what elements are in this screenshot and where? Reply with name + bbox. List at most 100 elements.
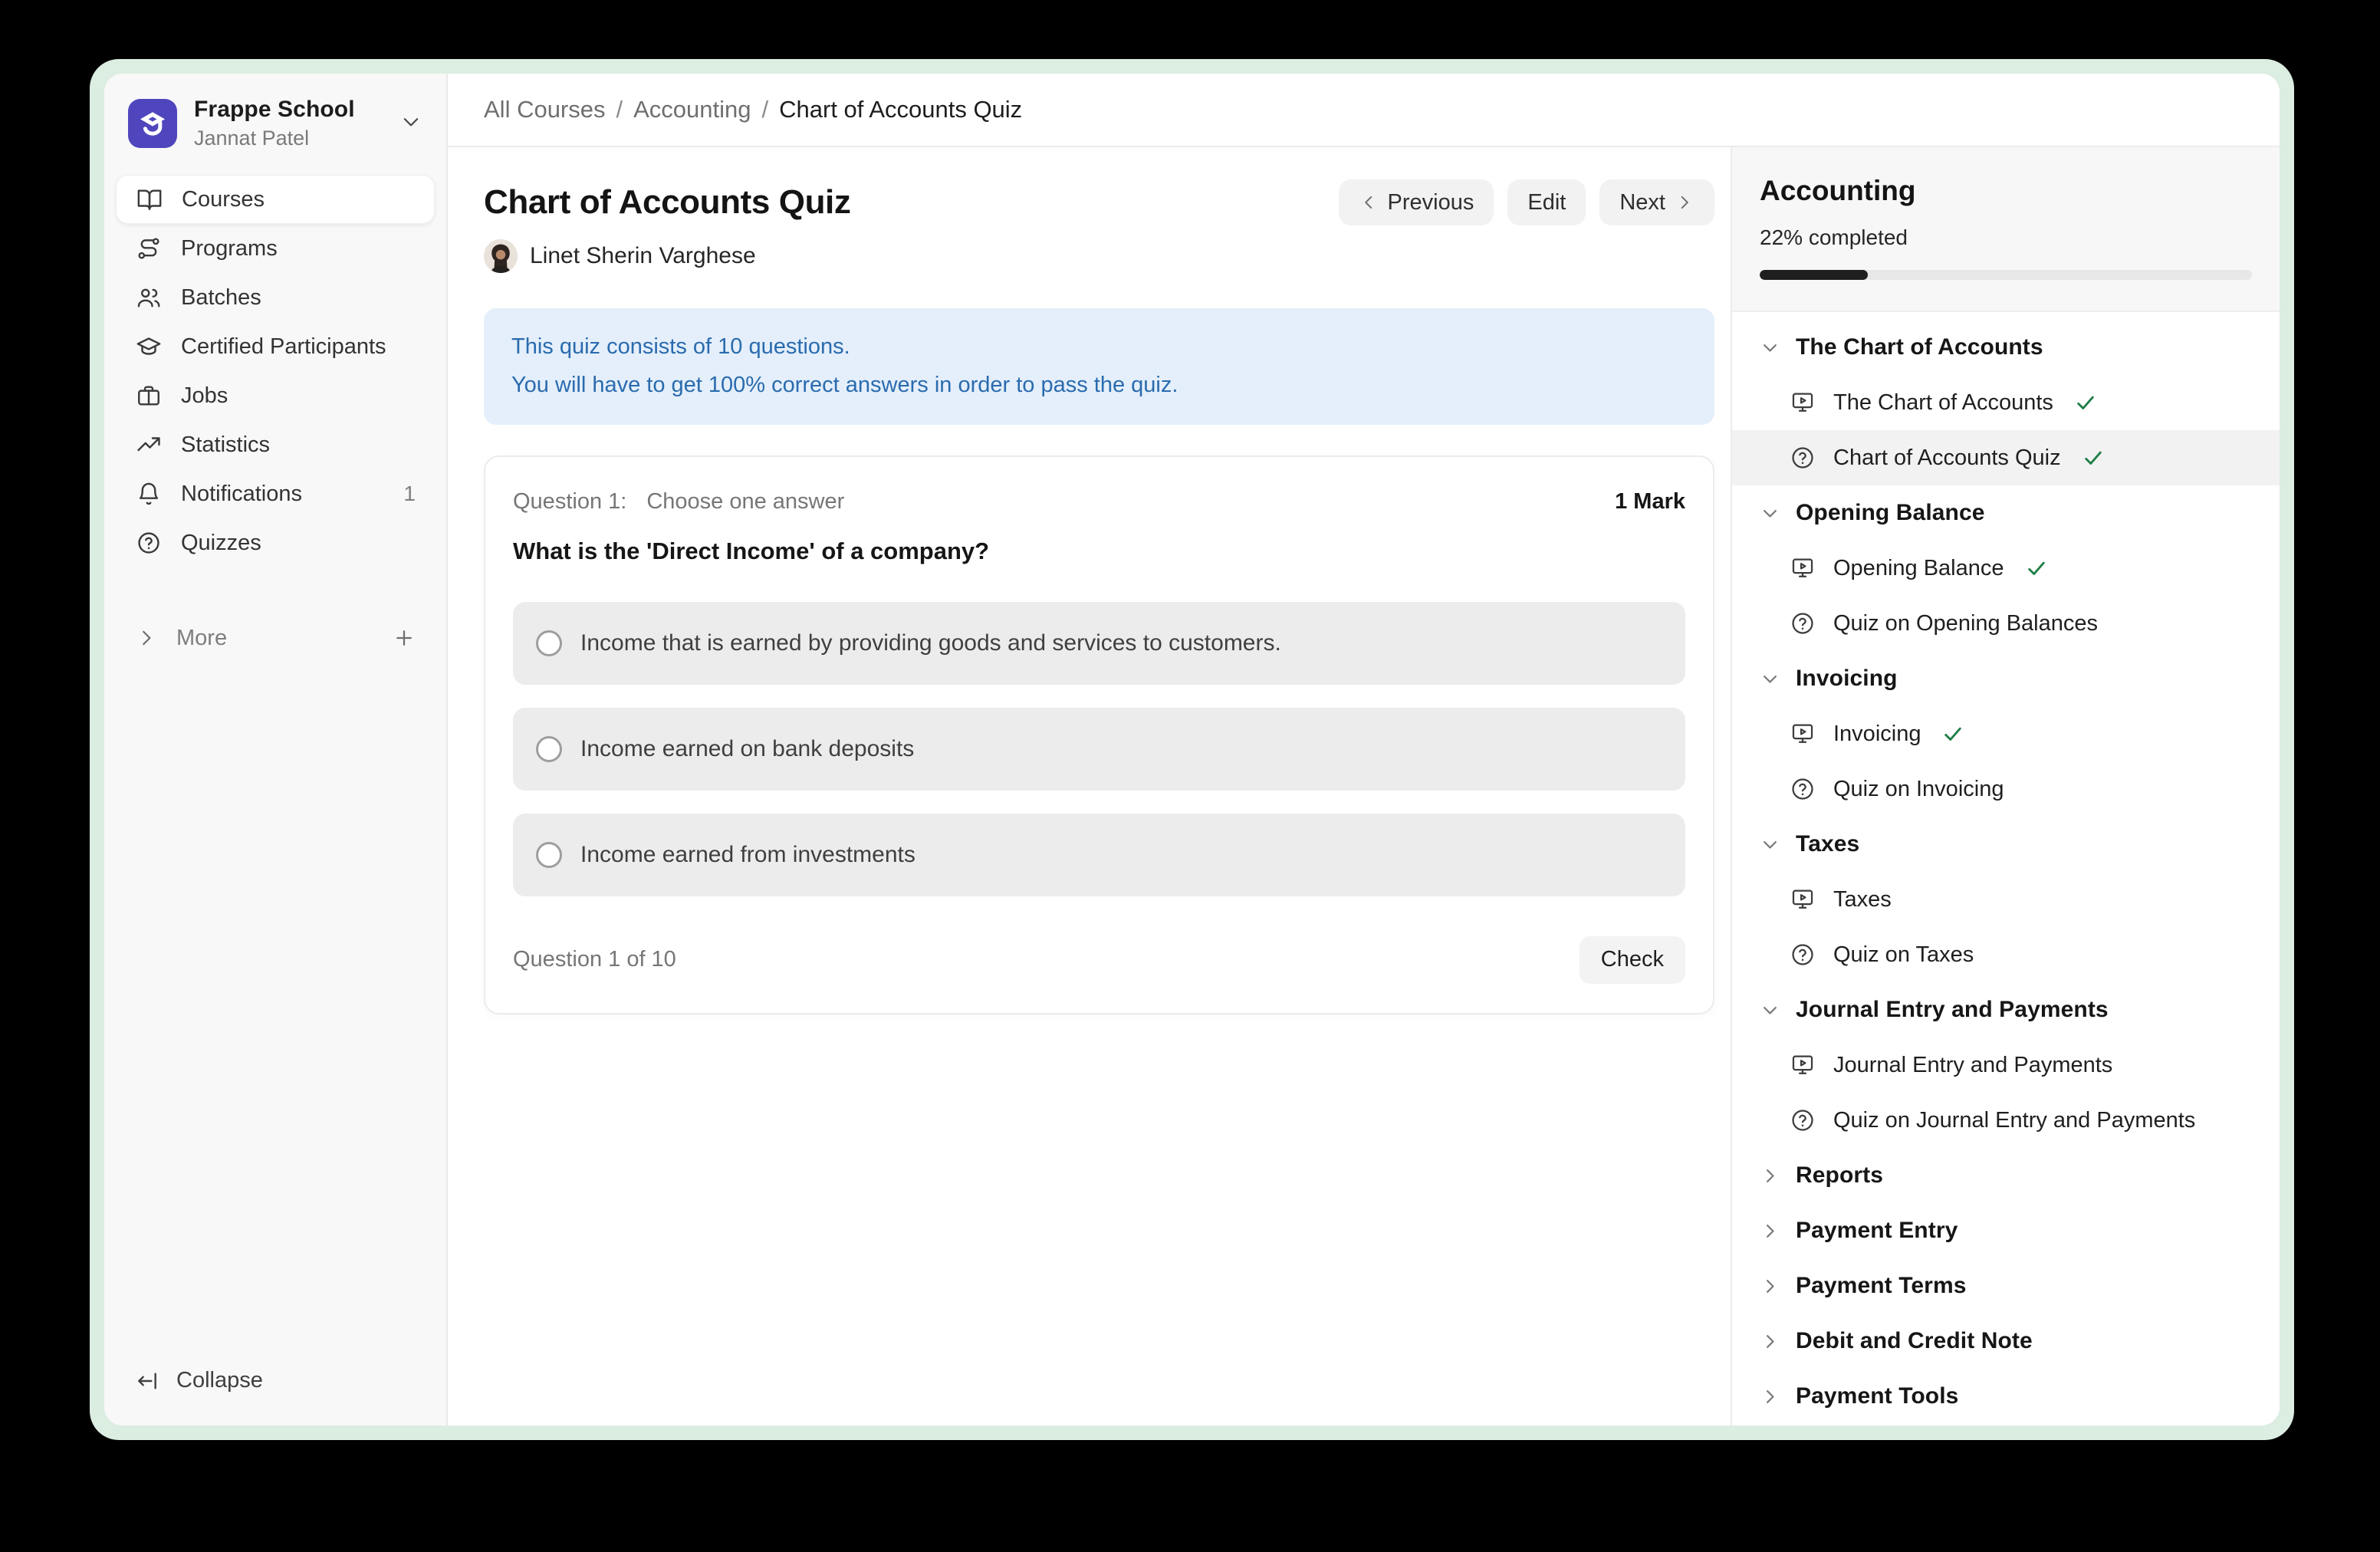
chevron-right-icon	[135, 626, 158, 649]
previous-label: Previous	[1388, 190, 1474, 215]
main-content: Chart of Accounts Quiz Previous Edit Nex…	[448, 147, 1731, 1425]
content-row: Chart of Accounts Quiz Previous Edit Nex…	[448, 147, 2280, 1425]
option-label: Income that is earned by providing goods…	[580, 630, 1281, 656]
edit-button[interactable]: Edit	[1507, 179, 1586, 225]
collapse-icon	[135, 1369, 159, 1393]
breadcrumb: All Courses / Accounting / Chart of Acco…	[484, 96, 1022, 123]
sidebar-item-label: Courses	[182, 187, 265, 212]
outline-item-opening-balance[interactable]: Opening Balance	[1732, 541, 2280, 596]
outline-section-payment-terms[interactable]: Payment Terms	[1732, 1258, 2280, 1314]
check-button[interactable]: Check	[1580, 936, 1685, 984]
outline-item-quiz-on-journal-entry-and-payments[interactable]: Quiz on Journal Entry and Payments	[1732, 1093, 2280, 1148]
workspace-user: Jannat Patel	[194, 127, 383, 150]
sidebar-item-notifications[interactable]: Notifications 1	[116, 469, 435, 518]
collapse-sidebar-button[interactable]: Collapse	[116, 1368, 435, 1425]
left-sidebar: Frappe School Jannat Patel Courses Progr…	[104, 74, 448, 1425]
outline-section-debit-and-credit-note[interactable]: Debit and Credit Note	[1732, 1314, 2280, 1369]
sidebar-item-batches[interactable]: Batches	[116, 273, 435, 322]
sidebar-item-programs[interactable]: Programs	[116, 224, 435, 273]
outline-item-journal-entry-and-payments[interactable]: Journal Entry and Payments	[1732, 1037, 2280, 1093]
outline-item-the-chart-of-accounts[interactable]: The Chart of Accounts	[1732, 375, 2280, 430]
help-circle-icon	[1789, 775, 1816, 803]
outline-section-the-chart-of-accounts[interactable]: The Chart of Accounts	[1732, 320, 2280, 375]
outline-section-label: The Chart of Accounts	[1796, 334, 2043, 360]
sidebar-item-more[interactable]: More	[116, 613, 435, 663]
sidebar-item-label: Jobs	[181, 383, 228, 409]
outline-section-label: Payment Tools	[1796, 1383, 1958, 1409]
outline-item-quiz-on-invoicing[interactable]: Quiz on Invoicing	[1732, 761, 2280, 817]
author-row: Linet Sherin Varghese	[484, 239, 1714, 273]
outline-item-quiz-on-taxes[interactable]: Quiz on Taxes	[1732, 927, 2280, 982]
title-actions: Previous Edit Next	[1339, 179, 1714, 225]
outline-section-reports[interactable]: Reports	[1732, 1148, 2280, 1203]
chevron-right-icon	[1760, 1331, 1780, 1352]
quiz-option[interactable]: Income earned on bank deposits	[513, 708, 1685, 791]
course-outline-panel: Accounting 22% completed The Chart of Ac…	[1731, 147, 2280, 1425]
breadcrumb-all-courses[interactable]: All Courses	[484, 96, 606, 123]
chevron-down-icon	[1760, 834, 1780, 855]
route-icon	[135, 235, 163, 262]
quiz-option[interactable]: Income that is earned by providing goods…	[513, 602, 1685, 685]
outline-item-label: Taxes	[1833, 887, 1892, 912]
completed-check-icon	[2073, 390, 2098, 415]
sidebar-item-label: Quizzes	[181, 531, 261, 556]
sidebar-item-quizzes[interactable]: Quizzes	[116, 518, 435, 567]
sidebar-item-certified-participants[interactable]: Certified Participants	[116, 322, 435, 371]
completed-check-icon	[2081, 446, 2106, 470]
frappe-school-app: Frappe School Jannat Patel Courses Progr…	[104, 74, 2280, 1425]
outline-section-label: Debit and Credit Note	[1796, 1328, 2033, 1354]
course-outline: The Chart of Accounts The Chart of Accou…	[1732, 312, 2280, 1425]
workspace-meta: Frappe School Jannat Patel	[194, 97, 383, 150]
completed-check-icon	[1941, 722, 1965, 746]
outline-section-opening-balance[interactable]: Opening Balance	[1732, 485, 2280, 541]
quiz-option[interactable]: Income earned from investments	[513, 814, 1685, 896]
chevron-down-icon	[1760, 503, 1780, 524]
edit-label: Edit	[1527, 190, 1566, 215]
question-marks: 1 Mark	[1615, 489, 1685, 515]
avatar	[484, 239, 518, 273]
outline-item-quiz-on-opening-balances[interactable]: Quiz on Opening Balances	[1732, 596, 2280, 651]
breadcrumb-separator: /	[762, 96, 769, 123]
breadcrumb-accounting[interactable]: Accounting	[633, 96, 751, 123]
outline-item-label: Invoicing	[1833, 722, 1921, 747]
sidebar-item-jobs[interactable]: Jobs	[116, 371, 435, 420]
radio-button[interactable]	[536, 736, 562, 762]
frappe-school-logo-icon	[128, 99, 177, 148]
sidebar-item-label: Programs	[181, 236, 278, 261]
plus-icon[interactable]	[393, 626, 416, 649]
workspace-switcher[interactable]: Frappe School Jannat Patel	[116, 74, 435, 170]
outline-section-payment-tools[interactable]: Payment Tools	[1732, 1369, 2280, 1424]
radio-button[interactable]	[536, 630, 562, 656]
topbar: All Courses / Accounting / Chart of Acco…	[448, 74, 2280, 147]
outline-item-label: Quiz on Taxes	[1833, 942, 1974, 968]
course-progress-bar	[1760, 270, 2252, 280]
monitor-play-icon	[1789, 720, 1816, 748]
radio-button[interactable]	[536, 842, 562, 868]
outline-section-label: Payment Terms	[1796, 1273, 1967, 1299]
outline-section-journal-entry-and-payments[interactable]: Journal Entry and Payments	[1732, 982, 2280, 1037]
sidebar-item-courses[interactable]: Courses	[116, 175, 435, 224]
trending-up-icon	[135, 431, 163, 459]
chevron-left-icon	[1359, 192, 1379, 212]
outline-item-chart-of-accounts-quiz[interactable]: Chart of Accounts Quiz	[1732, 430, 2280, 485]
outline-section-invoicing[interactable]: Invoicing	[1732, 651, 2280, 706]
outline-section-taxes[interactable]: Taxes	[1732, 817, 2280, 872]
help-circle-icon	[135, 529, 163, 557]
app-window: Frappe School Jannat Patel Courses Progr…	[90, 59, 2294, 1440]
quiz-card: Question 1: Choose one answer 1 Mark Wha…	[484, 455, 1714, 1014]
outline-section-label: Reports	[1796, 1162, 1883, 1189]
users-icon	[135, 284, 163, 311]
sidebar-item-statistics[interactable]: Statistics	[116, 420, 435, 469]
book-open-icon	[136, 186, 163, 213]
outline-section-label: Payment Entry	[1796, 1218, 1958, 1244]
chevron-down-icon	[1760, 337, 1780, 358]
workarea: All Courses / Accounting / Chart of Acco…	[448, 74, 2280, 1425]
outline-section-payment-entry[interactable]: Payment Entry	[1732, 1203, 2280, 1258]
next-button[interactable]: Next	[1599, 179, 1714, 225]
monitor-play-icon	[1789, 1051, 1816, 1079]
outline-item-invoicing[interactable]: Invoicing	[1732, 706, 2280, 761]
previous-button[interactable]: Previous	[1339, 179, 1494, 225]
question-text: What is the 'Direct Income' of a company…	[513, 538, 1685, 565]
outline-item-taxes[interactable]: Taxes	[1732, 872, 2280, 927]
bell-icon	[135, 480, 163, 508]
